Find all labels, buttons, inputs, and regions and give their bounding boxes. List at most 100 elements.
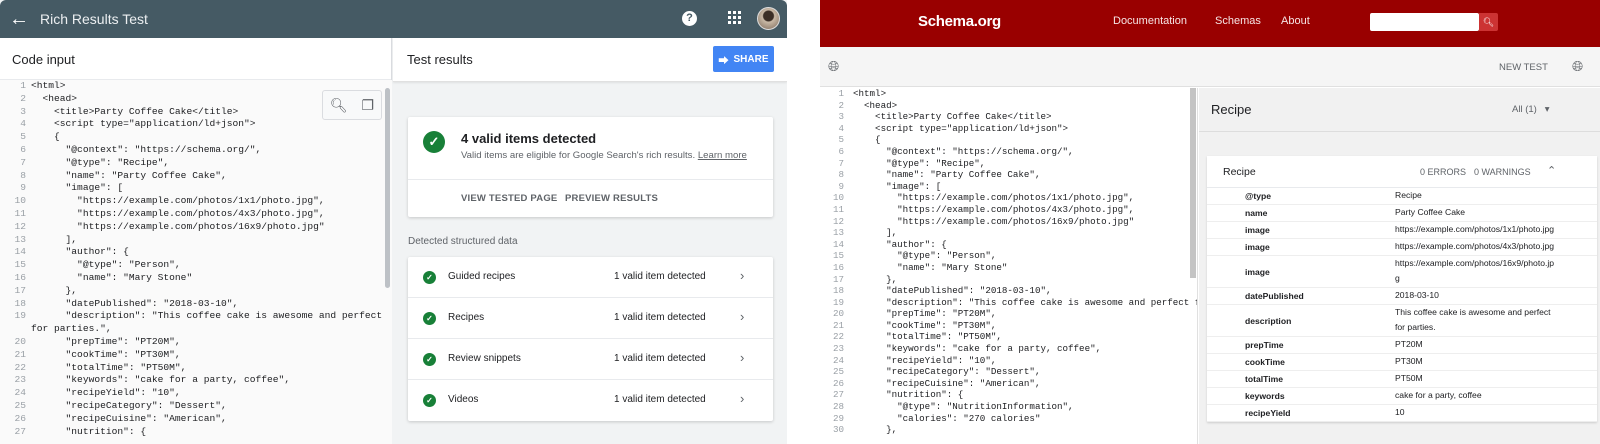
property-name: datePublished — [1245, 291, 1304, 301]
code-line: 14 "author": { — [820, 239, 1197, 251]
chevron-right-icon: › — [740, 350, 745, 365]
detected-item-name: Recipes — [448, 312, 485, 323]
nav-about[interactable]: About — [1281, 15, 1310, 27]
detected-item-row[interactable]: ✓ Review snippets 1 valid item detected › — [408, 339, 773, 380]
line-number: 3 — [20, 105, 26, 117]
table-title: Recipe — [1223, 166, 1256, 178]
code-text: "https://example.com/photos/16x9/photo.j… — [31, 220, 325, 232]
nav-documentation[interactable]: Documentation — [1113, 15, 1187, 27]
property-value: PT20M — [1395, 339, 1423, 349]
all-items-label: All (1) — [1512, 104, 1537, 115]
code-line: 27 "nutrition": { — [0, 426, 392, 439]
line-number: 22 — [832, 331, 844, 343]
detected-item-name: Videos — [448, 394, 479, 405]
line-number: 17 — [14, 284, 26, 296]
detected-item-row[interactable]: ✓ Recipes 1 valid item detected › — [408, 298, 773, 339]
code-editor[interactable]: 1 <html> 2 <head> 3 <title>Party Coffee Cak… — [820, 88, 1198, 444]
check-circle-icon: ✓ — [423, 353, 436, 366]
code-line: 5 { — [0, 131, 392, 144]
share-button[interactable]: ⮕ SHARE — [713, 46, 774, 72]
all-items-select[interactable]: All (1) ▾ — [1512, 104, 1550, 115]
code-text: "recipeCuisine": "American", — [853, 377, 1041, 389]
line-number: 24 — [14, 387, 26, 399]
detected-item-row[interactable]: ✓ Guided recipes 1 valid item detected › — [408, 257, 773, 298]
line-number: 10 — [14, 195, 26, 207]
code-line: 19 "description": "This coffee cake is a… — [820, 297, 1197, 309]
detected-item-row[interactable]: ✓ Videos 1 valid item detected › — [408, 380, 773, 421]
chevron-up-icon[interactable]: ⌃ — [1547, 164, 1556, 177]
code-scrollbar[interactable] — [1190, 88, 1196, 278]
preview-results-button[interactable]: PREVIEW RESULTS — [565, 193, 658, 204]
code-line: 22 "totalTime": "PT50M", — [0, 362, 392, 375]
line-number: 22 — [14, 361, 26, 373]
warnings-count: 0 WARNINGS — [1474, 167, 1531, 177]
code-text: "https://example.com/photos/1x1/photo.jp… — [853, 192, 1135, 204]
app-title: Rich Results Test — [40, 11, 148, 27]
code-text: "author": { — [853, 238, 947, 250]
table-header[interactable]: Recipe 0 ERRORS 0 WARNINGS ⌃ — [1207, 156, 1597, 188]
code-text: "calories": "270 calories" — [853, 412, 1041, 424]
check-circle-icon: ✓ — [423, 394, 436, 407]
help-icon[interactable]: ? — [682, 11, 697, 26]
property-name: name — [1245, 208, 1268, 218]
property-row: totalTime PT50M — [1207, 371, 1597, 388]
search-icon[interactable]: 🔍︎ — [330, 97, 348, 114]
code-line: 8 "name": "Party Coffee Cake", — [820, 169, 1197, 181]
code-line: 28 "@type": "NutritionInformation", — [820, 401, 1197, 413]
code-line: 29 "calories": "270 calories" — [820, 413, 1197, 425]
nav-schemas[interactable]: Schemas — [1215, 15, 1261, 27]
property-value: cake for a party, coffee — [1395, 390, 1482, 400]
code-text: "image": [ — [31, 182, 124, 194]
arrow-left-icon[interactable]: ← — [0, 0, 38, 38]
property-row: image https://example.com/photos/4x3/phot… — [1207, 239, 1597, 256]
property-row: description This coffee cake is awesome a… — [1207, 305, 1597, 337]
search-icon[interactable]: 🔍︎ — [1479, 13, 1498, 31]
code-text: { — [853, 134, 881, 146]
line-number: 4 — [20, 118, 26, 130]
code-editor[interactable]: 1 <html> 2 <head> 3 <title>Party Coffee Cak… — [0, 80, 392, 444]
property-row: name Party Coffee Cake — [1207, 205, 1597, 222]
code-text: "@type": "Recipe", — [31, 156, 170, 168]
line-number: 20 — [832, 308, 844, 320]
code-text: "https://example.com/photos/4x3/photo.jp… — [853, 203, 1135, 215]
code-text: "@type": "Recipe", — [853, 157, 986, 169]
code-text: <title>Party Coffee Cake</title> — [31, 105, 239, 117]
code-text: "nutrition": { — [31, 425, 147, 437]
code-line: 2 <head> — [820, 100, 1197, 112]
language-globe-icon[interactable]: 🌐︎ — [1572, 58, 1583, 75]
schema-logo[interactable]: Schema.org — [918, 13, 1001, 30]
new-test-button[interactable]: NEW TEST — [1499, 62, 1548, 73]
code-text: "totalTime": "PT50M", — [853, 331, 1002, 343]
code-line: 25 "recipeCategory": "Dessert", — [820, 366, 1197, 378]
code-line: 11 "https://example.com/photos/4x3/photo… — [820, 204, 1197, 216]
code-text: "prepTime": "PT20M", — [853, 308, 997, 320]
property-row: @type Recipe — [1207, 188, 1597, 205]
code-text: "@type": "Person", — [853, 250, 997, 262]
code-scrollbar[interactable] — [385, 88, 390, 288]
code-line: 9 "image": [ — [820, 181, 1197, 193]
code-line: 19 "description": "This coffee cake is a… — [0, 310, 392, 323]
code-text: "description": "This coffee cake is awes… — [886, 296, 1197, 308]
detected-item-status: 1 valid item detected — [614, 353, 706, 364]
code-line: 5 { — [820, 134, 1197, 146]
code-text: "author": { — [31, 246, 129, 258]
view-tested-page-button[interactable]: VIEW TESTED PAGE — [461, 193, 557, 204]
code-text: "recipeCategory": "Dessert", — [31, 399, 227, 411]
property-name: description — [1245, 315, 1292, 326]
learn-more-link[interactable]: Learn more — [698, 150, 747, 161]
line-number: 9 — [20, 182, 26, 194]
code-line: 6 "@context": "https://schema.org/", — [0, 144, 392, 157]
property-name: @type — [1245, 191, 1272, 201]
copy-icon[interactable]: ❐ — [362, 97, 375, 114]
apps-grid-icon[interactable] — [728, 11, 741, 24]
code-line: 23 "keywords": "cake for a party, coffee… — [0, 374, 392, 387]
property-name: keywords — [1245, 391, 1285, 401]
line-number: 26 — [14, 412, 26, 424]
search-input[interactable] — [1370, 13, 1479, 31]
avatar[interactable] — [757, 7, 780, 30]
code-toolbar: 🔍︎ ❐ — [322, 90, 382, 120]
line-number: 13 — [14, 233, 26, 245]
globe-icon[interactable]: 🌐︎ — [828, 58, 839, 75]
recipe-property-table: Recipe 0 ERRORS 0 WARNINGS ⌃ @type Recipe… — [1207, 156, 1597, 422]
line-number: 3 — [838, 111, 844, 123]
